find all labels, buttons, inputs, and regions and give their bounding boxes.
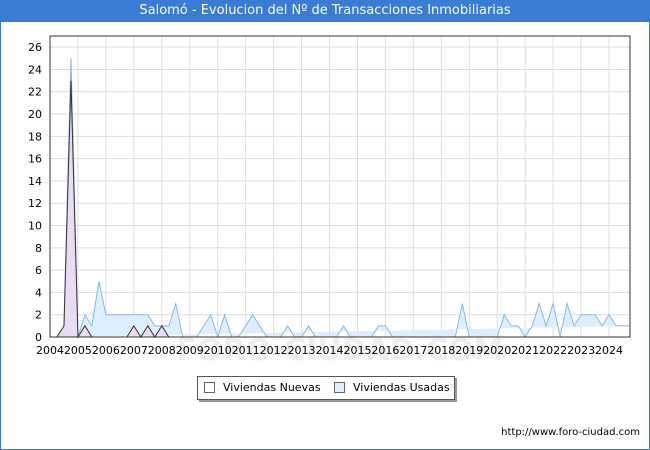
x-tick-label-2015: 2015 — [343, 344, 371, 357]
legend-label-usadas: Viviendas Usadas — [353, 381, 450, 394]
legend-item-nuevas: Viviendas Nuevas — [204, 381, 321, 394]
x-tick-label-2016: 2016 — [371, 344, 399, 357]
x-tick-label-2012: 2012 — [260, 344, 288, 357]
y-tick-label-24: 24 — [28, 63, 42, 76]
chart-grid — [49, 36, 630, 338]
y-tick-label-22: 22 — [28, 86, 42, 99]
x-tick-label-2006: 2006 — [92, 344, 120, 357]
x-tick-label-2008: 2008 — [148, 344, 176, 357]
x-tick-label-2019: 2019 — [455, 344, 483, 357]
y-tick-label-14: 14 — [28, 175, 42, 188]
x-tick-label-2017: 2017 — [399, 344, 427, 357]
x-tick-label-2013: 2013 — [288, 344, 316, 357]
x-tick-label-2024: 2024 — [595, 344, 623, 357]
y-tick-label-18: 18 — [28, 130, 42, 143]
x-tick-label-2020: 2020 — [483, 344, 511, 357]
footer-url: http://www.foro-ciudad.com — [501, 427, 640, 438]
legend: Viviendas Nuevas Viviendas Usadas — [197, 376, 455, 400]
x-tick-label-2018: 2018 — [427, 344, 455, 357]
y-tick-label-6: 6 — [35, 264, 42, 277]
x-tick-label-2005: 2005 — [64, 344, 92, 357]
x-tick-label-2009: 2009 — [176, 344, 204, 357]
x-tick-label-2007: 2007 — [120, 344, 148, 357]
x-tick-label-2010: 2010 — [204, 344, 232, 357]
x-tick-label-2022: 2022 — [539, 344, 567, 357]
legend-label-nuevas: Viviendas Nuevas — [223, 381, 321, 394]
x-tick-label-2004: 2004 — [36, 344, 64, 357]
legend-swatch-usadas — [334, 382, 345, 393]
x-tick-label-2021: 2021 — [511, 344, 539, 357]
y-tick-label-8: 8 — [35, 242, 42, 255]
y-tick-label-4: 4 — [35, 286, 42, 299]
y-tick-label-16: 16 — [28, 153, 42, 166]
legend-item-usadas: Viviendas Usadas — [334, 381, 450, 394]
y-tick-label-10: 10 — [28, 220, 42, 233]
y-tick-label-12: 12 — [28, 197, 42, 210]
x-tick-label-2011: 2011 — [232, 344, 260, 357]
y-tick-label-0: 0 — [35, 331, 42, 344]
y-tick-label-20: 20 — [28, 108, 42, 121]
y-axis-ticks: 02468101214161820222426 — [28, 41, 42, 344]
x-tick-label-2023: 2023 — [567, 344, 595, 357]
x-axis-ticks: 2004 2005 2006 2007 2008 2009 2010 2011 2012 2013… — [36, 344, 623, 357]
x-tick-label-2014: 2014 — [316, 344, 344, 357]
y-tick-label-26: 26 — [28, 41, 42, 54]
plot-background — [50, 36, 630, 337]
legend-swatch-nuevas — [204, 382, 215, 393]
y-tick-label-2: 2 — [35, 309, 42, 322]
